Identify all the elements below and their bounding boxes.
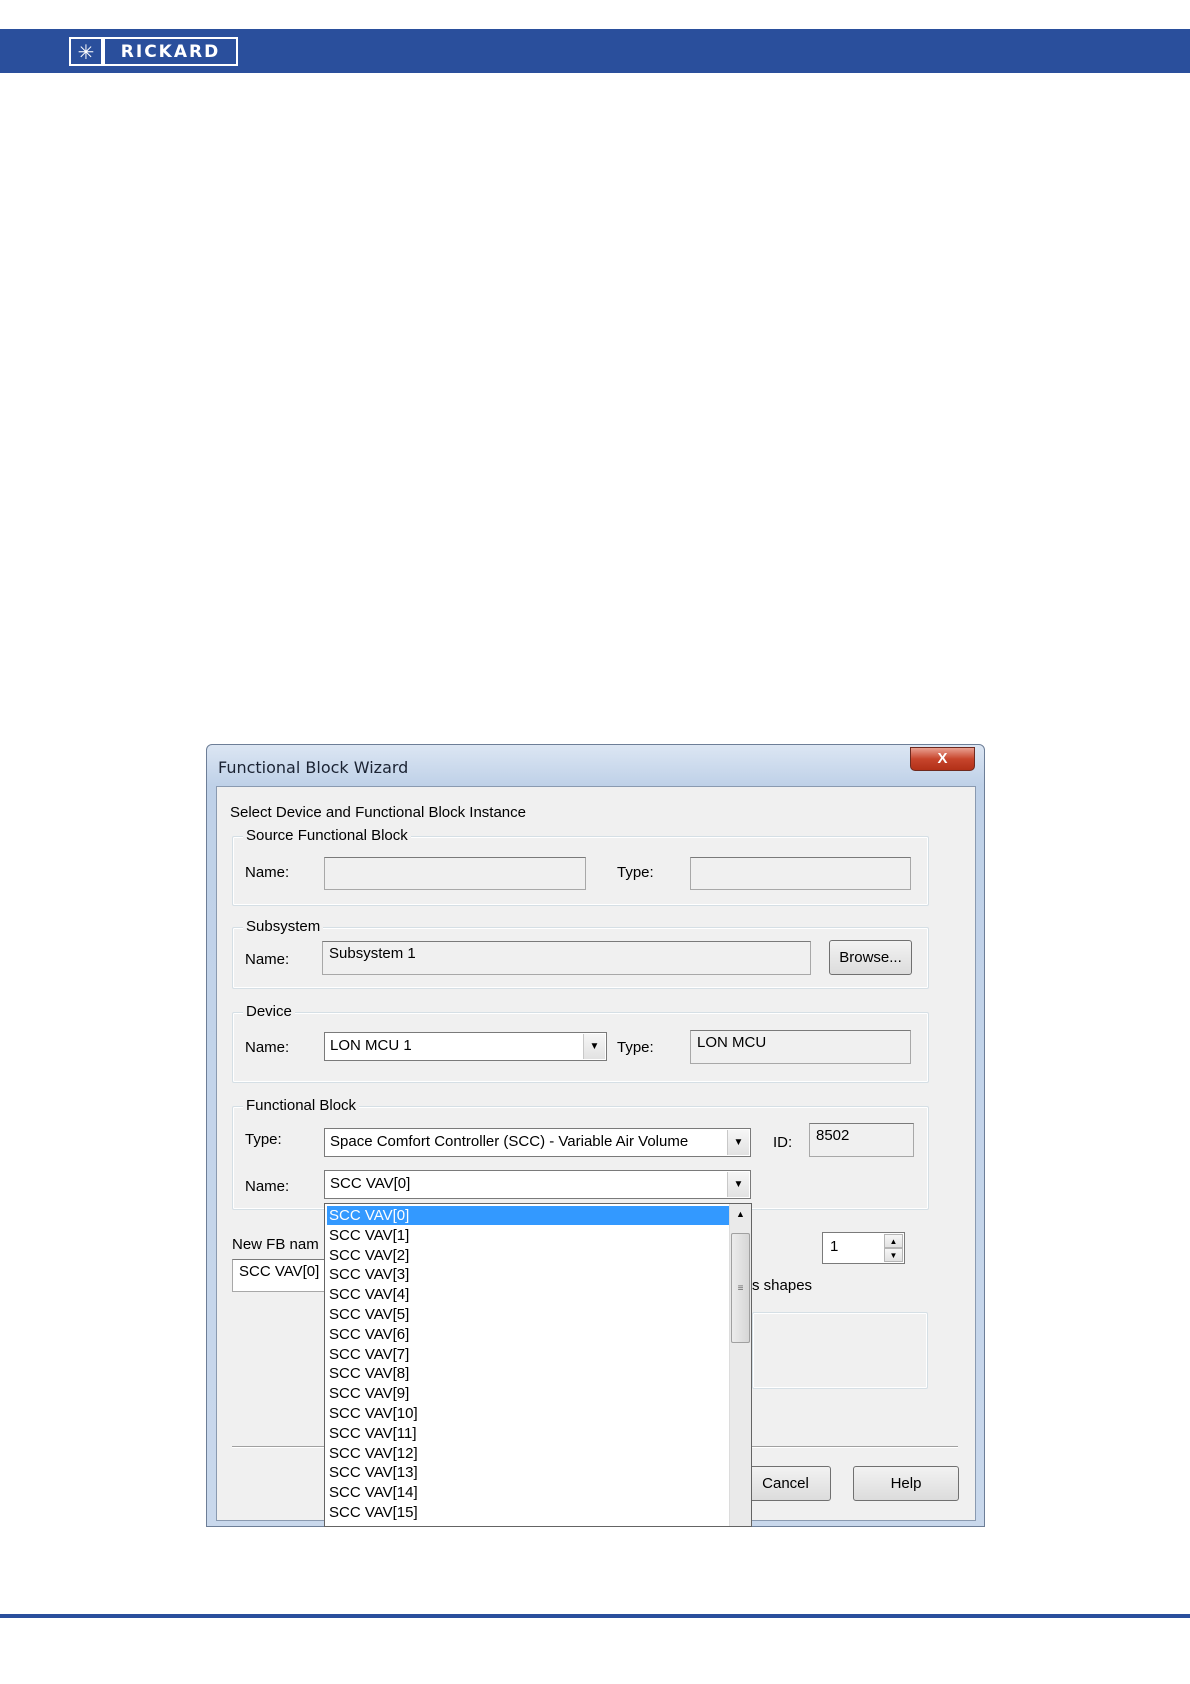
scroll-up-icon[interactable]: ▲: [730, 1204, 751, 1224]
new-fb-name-label: New FB nam: [232, 1236, 319, 1253]
source-fb-type-field[interactable]: [690, 857, 911, 890]
dropdown-option[interactable]: SCC VAV[0]: [327, 1206, 729, 1225]
instruction-text: Select Device and Functional Block Insta…: [230, 804, 526, 821]
fb-type-label: Type:: [245, 1131, 282, 1148]
help-button[interactable]: Help: [853, 1466, 959, 1501]
functional-block-group-title: Functional Block: [243, 1097, 360, 1114]
fb-type-combo[interactable]: Space Comfort Controller (SCC) - Variabl…: [324, 1128, 751, 1157]
dropdown-option[interactable]: SCC VAV[5]: [327, 1305, 729, 1324]
source-fb-name-label: Name:: [245, 864, 290, 881]
chevron-down-icon[interactable]: ▼: [727, 1130, 749, 1155]
dropdown-option[interactable]: SCC VAV[12]: [327, 1444, 729, 1463]
scrollbar-thumb[interactable]: ≡: [731, 1233, 750, 1343]
dropdown-option[interactable]: SCC VAV[4]: [327, 1285, 729, 1304]
browse-button[interactable]: Browse...: [829, 940, 912, 975]
dropdown-option[interactable]: SCC VAV[9]: [327, 1384, 729, 1403]
dropdown-option[interactable]: SCC VAV[11]: [327, 1424, 729, 1443]
brand-logo-text: RICKARD: [105, 39, 236, 64]
footer-line: [0, 1614, 1190, 1618]
fb-id-field[interactable]: 8502: [809, 1123, 914, 1157]
device-type-field[interactable]: LON MCU: [690, 1030, 911, 1064]
fan-logo-icon: ✳: [69, 37, 103, 66]
brand-logo: ✳ RICKARD: [69, 37, 238, 66]
dropdown-option[interactable]: SCC VAV[7]: [327, 1345, 729, 1364]
subsystem-group-title: Subsystem: [243, 918, 324, 935]
spin-down-icon[interactable]: ▼: [884, 1248, 903, 1262]
dropdown-scrollbar[interactable]: ▲ ≡: [729, 1204, 751, 1526]
fb-name-combo[interactable]: SCC VAV[0] ▼: [324, 1170, 751, 1199]
dropdown-option[interactable]: SCC VAV[14]: [327, 1483, 729, 1502]
chevron-down-icon[interactable]: ▼: [583, 1034, 605, 1059]
device-name-value: LON MCU 1: [330, 1037, 412, 1054]
close-icon: X: [937, 750, 948, 767]
new-fb-name-field[interactable]: SCC VAV[0]: [232, 1259, 324, 1292]
subsystem-name-label: Name:: [245, 951, 290, 968]
fb-id-label: ID:: [773, 1134, 793, 1151]
dropdown-option[interactable]: SCC VAV[15]: [327, 1503, 729, 1522]
cancel-button[interactable]: Cancel: [740, 1466, 831, 1501]
fb-name-value: SCC VAV[0]: [330, 1175, 411, 1192]
chevron-down-icon[interactable]: ▼: [727, 1172, 749, 1197]
fb-name-dropdown-list[interactable]: SCC VAV[0] SCC VAV[1] SCC VAV[2] SCC VAV[3]…: [324, 1203, 752, 1527]
fb-type-value: Space Comfort Controller (SCC) - Variabl…: [330, 1133, 689, 1150]
instance-count-value: 1: [830, 1238, 839, 1255]
dropdown-option[interactable]: SCC VAV[3]: [327, 1265, 729, 1284]
source-fb-type-label: Type:: [617, 864, 654, 881]
dropdown-option[interactable]: SCC VAV[10]: [327, 1404, 729, 1423]
dropdown-option[interactable]: SCC VAV[8]: [327, 1364, 729, 1383]
subsystem-name-field[interactable]: Subsystem 1: [322, 941, 811, 975]
dropdown-option[interactable]: SCC VAV[13]: [327, 1463, 729, 1482]
shapes-label: s shapes: [752, 1277, 813, 1294]
dialog-title: Functional Block Wizard: [218, 758, 409, 777]
source-fb-group-title: Source Functional Block: [243, 827, 411, 844]
device-group-title: Device: [243, 1003, 295, 1020]
device-type-label: Type:: [617, 1039, 654, 1056]
spin-up-icon[interactable]: ▲: [884, 1234, 903, 1248]
fb-name-label: Name:: [245, 1178, 290, 1195]
dropdown-option[interactable]: SCC VAV[16]: [327, 1523, 729, 1526]
close-button[interactable]: X: [910, 747, 975, 771]
dropdown-option[interactable]: SCC VAV[1]: [327, 1226, 729, 1245]
source-fb-name-field[interactable]: [324, 857, 586, 890]
dropdown-option[interactable]: SCC VAV[2]: [327, 1246, 729, 1265]
device-name-label: Name:: [245, 1039, 290, 1056]
dropdown-option[interactable]: SCC VAV[6]: [327, 1325, 729, 1344]
options-group: [752, 1312, 928, 1389]
device-name-combo[interactable]: LON MCU 1 ▼: [324, 1032, 607, 1061]
instance-count-spinner[interactable]: 1 ▲ ▼: [822, 1232, 905, 1264]
